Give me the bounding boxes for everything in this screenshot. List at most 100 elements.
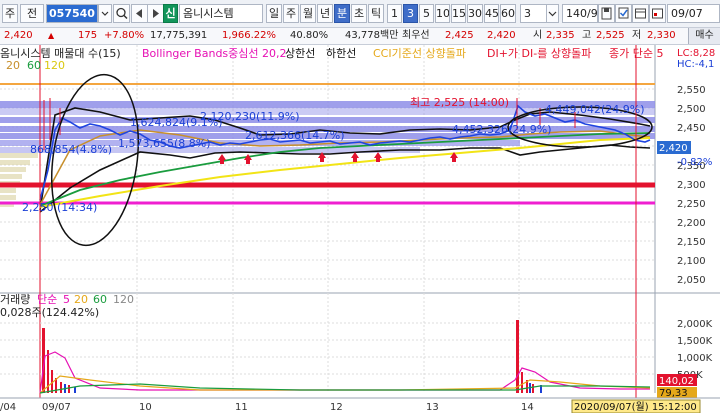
time-label: 14 <box>521 402 534 413</box>
current-price-label: 2,420 <box>659 143 688 154</box>
legend-item-lower: 하한선 <box>326 46 356 60</box>
turnover-ratio: 40.80% <box>290 30 329 41</box>
interval-3-button[interactable]: 3 <box>403 4 418 23</box>
time-label: 09/07 <box>42 402 71 413</box>
period-year-button[interactable]: 년 <box>317 4 333 23</box>
save-icon <box>601 7 612 20</box>
volume-legend-ma5: 5 <box>63 293 70 306</box>
period-month-button[interactable]: 월 <box>300 4 316 23</box>
profile-label-3: 4,452,326(24.9%) <box>452 123 552 136</box>
interval-dropdown[interactable] <box>546 4 559 23</box>
price-tick: 2,250 <box>677 199 706 210</box>
hc-note: HC:-4,1 <box>677 59 714 70</box>
interval-15-button[interactable]: 15 <box>451 4 466 23</box>
toolbar: 주 전 057540 신 옴니시스템 일 주 월 년 분 초 틱 1 3 5 1… <box>0 0 720 28</box>
profile-label-5: 2,612,366(14.7%) <box>245 129 345 142</box>
period-week-button[interactable]: 주 <box>283 4 299 23</box>
volume-legend-ma20: 20 <box>74 293 88 306</box>
calendar-icon <box>652 8 663 19</box>
period-minute-button[interactable]: 분 <box>334 4 350 23</box>
time-label: 11 <box>235 402 248 413</box>
open-price: 2,335 <box>546 30 575 41</box>
volume-value: 17,775,391 <box>150 30 208 41</box>
search-icon <box>116 7 128 20</box>
lc-note: LC:8,28 <box>677 48 715 59</box>
chevron-down-icon <box>101 11 109 16</box>
market-dropdown[interactable]: 전 <box>20 4 44 23</box>
save-button[interactable] <box>598 4 615 23</box>
price-tick: 2,500 <box>677 104 706 115</box>
buy-button[interactable]: 매수 <box>688 28 720 44</box>
date-input[interactable]: 09/07 <box>667 4 720 23</box>
prev-stock-button[interactable] <box>131 4 148 23</box>
best-bid: 2,420 <box>487 30 516 41</box>
low-label: 저 <box>632 30 642 41</box>
quote-strip: 2,420 ▲ 175 +7.80% 17,775,391 1,966.22% … <box>0 28 720 45</box>
check-button[interactable] <box>615 4 632 23</box>
count-input[interactable]: 140/900 <box>562 4 598 23</box>
up-arrow-icon: ▲ <box>48 31 55 40</box>
interval-5-button[interactable]: 5 <box>419 4 434 23</box>
calendar-icon <box>635 8 646 19</box>
stock-code-input[interactable]: 057540 <box>46 4 98 23</box>
time-label: /04 <box>0 402 16 413</box>
interval-30-button[interactable]: 30 <box>467 4 483 23</box>
chart-svg[interactable]: 옴니시스템 매물대 수(15) Bollinger Bands중심선 20,2 … <box>0 45 720 413</box>
volume-value-text: 0,028주(124.42%) <box>0 306 99 319</box>
chevron-down-icon <box>548 11 557 17</box>
legend-item-dmi: DI+가 DI-를 상향돌파 <box>487 47 591 60</box>
volume-tick: 2,000K <box>677 319 713 330</box>
legend-item-ma5: 종가 단순 5 <box>609 47 663 60</box>
current-volume-label: 140,02 <box>659 376 694 387</box>
calendar-button[interactable] <box>632 4 649 23</box>
open-label: 시 <box>533 30 543 41</box>
best-ask-label: 최우선 <box>402 30 430 41</box>
volume-tick: 1,500K <box>677 336 713 347</box>
search-button[interactable] <box>113 4 130 23</box>
legend-ma-60: 60 <box>27 59 41 72</box>
profile-label-7: 868,854(4.8%) <box>30 143 112 156</box>
period-tick-button[interactable]: 틱 <box>368 4 384 23</box>
interval-10-button[interactable]: 10 <box>435 4 450 23</box>
legend-item-upper: 상한선 <box>285 47 315 60</box>
volume-legend-ma: 단순 <box>37 293 57 306</box>
price-tick: 2,100 <box>677 256 706 267</box>
price-tick: 2,300 <box>677 180 706 191</box>
time-label: 12 <box>330 402 343 413</box>
volume-ratio: 1,966.22% <box>222 30 277 41</box>
time-label: 13 <box>426 402 439 413</box>
price-tick: 2,550 <box>677 85 706 96</box>
best-ask: 2,425 <box>445 30 474 41</box>
low-price: 2,330 <box>647 30 676 41</box>
interval-60-button[interactable]: 60 <box>500 4 516 23</box>
legend-ma-20: 20 <box>6 59 20 72</box>
interval-select[interactable]: 3 <box>520 4 547 23</box>
high-label: 고 <box>582 30 592 41</box>
chart-area[interactable]: 옴니시스템 매물대 수(15) Bollinger Bands중심선 20,2 … <box>0 45 720 413</box>
volume-ma-5 <box>39 351 650 394</box>
price-tick: 2,150 <box>677 237 706 248</box>
interval-1-button[interactable]: 1 <box>387 4 402 23</box>
price-change: 175 <box>78 30 98 41</box>
high-price: 2,525 <box>596 30 625 41</box>
period-day-button[interactable]: 일 <box>266 4 282 23</box>
volume-tick: 1,000K <box>677 353 713 364</box>
chart-window: { "toolbar": { "menu_label": "주", "mode_… <box>0 0 720 413</box>
legend-ma-120: 120 <box>44 59 65 72</box>
trade-amount: 43,778백만 <box>345 30 399 41</box>
profile-label-4: 4,449,042(24.9%) <box>545 103 645 116</box>
price-tick: 2,050 <box>677 275 706 286</box>
change-percent: +7.80% <box>104 30 145 41</box>
volume-legend-label: 거래량 <box>0 293 30 306</box>
menu-dropdown[interactable]: 주 <box>2 4 18 23</box>
profile-label-2: 1,624,824(9.1%) <box>130 116 223 129</box>
volume-legend-ma60: 60 <box>93 293 107 306</box>
code-dropdown-icon[interactable] <box>98 4 112 23</box>
credit-badge: 신 <box>163 4 178 23</box>
time-label: 10 <box>139 402 152 413</box>
date-picker-button[interactable] <box>649 4 666 23</box>
interval-45-button[interactable]: 45 <box>484 4 499 23</box>
stock-name-field[interactable]: 옴니시스템 <box>179 4 263 23</box>
next-stock-button[interactable] <box>147 4 164 23</box>
period-second-button[interactable]: 초 <box>351 4 367 23</box>
